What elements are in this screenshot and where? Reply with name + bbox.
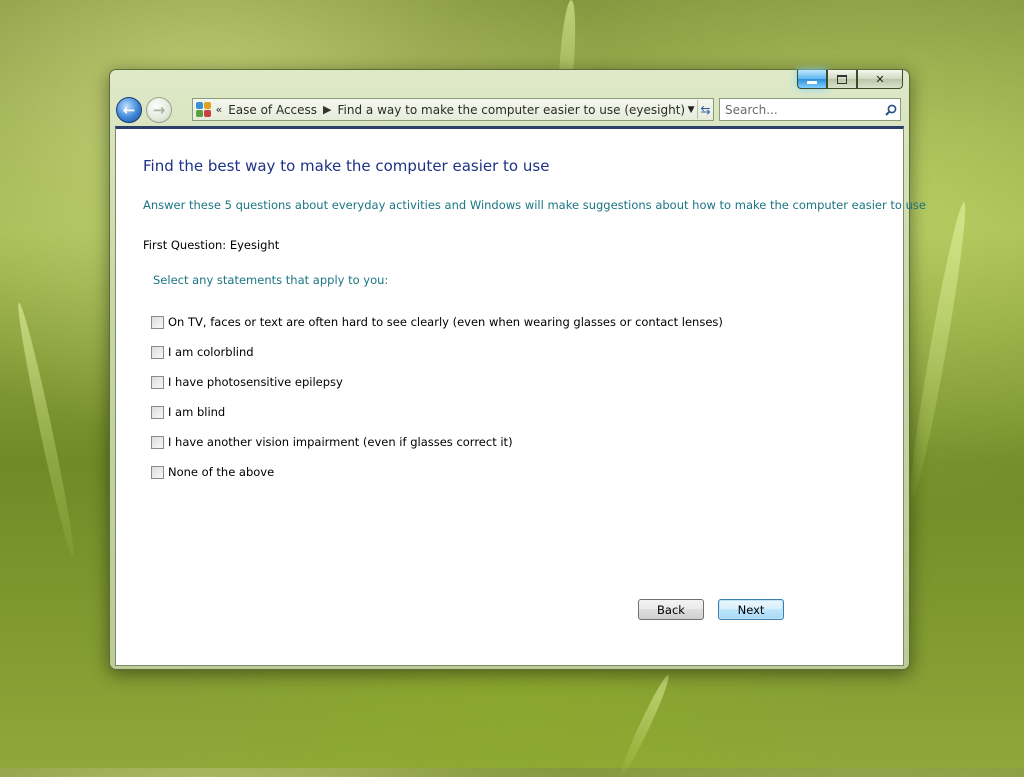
option-label: I have photosensitive epilepsy	[168, 375, 343, 389]
forward-button[interactable]: →	[146, 97, 172, 123]
content-pane: Find the best way to make the computer e…	[115, 126, 926, 666]
close-icon: ✕	[875, 72, 885, 86]
maximize-icon	[837, 74, 847, 84]
wallpaper-grass-blade	[13, 301, 79, 559]
caption-buttons: ✕	[797, 70, 903, 89]
search-box	[719, 98, 901, 121]
back-arrow-icon: ←	[122, 101, 136, 119]
chevron-down-icon[interactable]: ▼	[685, 105, 697, 115]
next-button[interactable]: Next	[718, 599, 784, 620]
option-photosensitive-epilepsy[interactable]: I have photosensitive epilepsy	[151, 375, 343, 389]
breadcrumb-ease-of-access[interactable]: Ease of Access	[228, 103, 317, 117]
forward-arrow-icon: →	[152, 101, 166, 119]
checkbox[interactable]	[151, 345, 164, 359]
control-panel-window: ✕ ← → « Ease of Access ▶ Find a way to m…	[109, 69, 926, 670]
maximize-button[interactable]	[827, 70, 857, 89]
option-label: I am colorblind	[168, 345, 254, 359]
option-tv-text-hard-to-see[interactable]: On TV, faces or text are often hard to s…	[151, 315, 723, 329]
wallpaper-grass-blade	[904, 200, 972, 500]
option-none-of-the-above[interactable]: None of the above	[151, 465, 274, 479]
breadcrumb-overflow[interactable]: «	[215, 103, 222, 116]
search-icon[interactable]	[882, 104, 900, 116]
checkbox[interactable]	[151, 405, 164, 419]
checkbox[interactable]	[151, 465, 164, 479]
breadcrumb-separator-icon[interactable]: ▶	[323, 103, 331, 116]
checkbox[interactable]	[151, 315, 164, 329]
option-other-vision-impairment[interactable]: I have another vision impairment (even i…	[151, 435, 513, 449]
option-label: On TV, faces or text are often hard to s…	[168, 315, 723, 329]
page-subtitle: Answer these 5 questions about everyday …	[143, 198, 926, 212]
option-label: I have another vision impairment (even i…	[168, 435, 513, 449]
minimize-button[interactable]	[797, 70, 827, 89]
back-wizard-button[interactable]: Back	[638, 599, 704, 620]
option-colorblind[interactable]: I am colorblind	[151, 345, 254, 359]
question-heading: First Question: Eyesight	[143, 238, 280, 252]
search-input[interactable]	[720, 101, 882, 118]
minimize-icon	[807, 80, 817, 84]
option-label: I am blind	[168, 405, 226, 419]
wallpaper-grass-blade	[617, 673, 673, 777]
option-blind[interactable]: I am blind	[151, 405, 225, 419]
checkbox[interactable]	[151, 375, 164, 389]
instruction-text: Select any statements that apply to you:	[153, 273, 389, 287]
back-button[interactable]: ←	[116, 97, 142, 123]
address-bar[interactable]: « Ease of Access ▶ Find a way to make th…	[192, 98, 714, 121]
breadcrumb-current-page[interactable]: Find a way to make the computer easier t…	[338, 103, 686, 117]
control-panel-icon	[196, 101, 211, 118]
checkbox[interactable]	[151, 435, 164, 449]
option-label: None of the above	[168, 465, 275, 479]
close-button[interactable]: ✕	[857, 70, 903, 89]
navigation-bar: ← → « Ease of Access ▶ Find a way to mak…	[116, 96, 903, 124]
page-title: Find the best way to make the computer e…	[143, 157, 550, 175]
refresh-icon[interactable]: ⇆	[697, 100, 713, 119]
